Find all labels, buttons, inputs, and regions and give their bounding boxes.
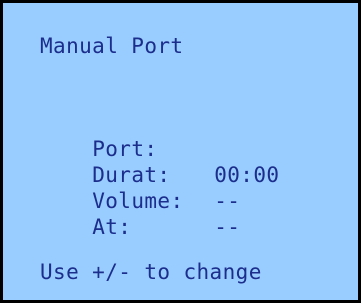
screen-title: Manual Port — [40, 34, 184, 58]
at-label: At: — [92, 215, 132, 239]
lcd-screen: Manual Port Port: Durat: 00:00 Volume: -- … — [0, 0, 361, 303]
at-value: -- — [214, 215, 241, 239]
hint-text: Use +/- to change — [40, 260, 262, 284]
at-row: At: -- — [40, 188, 240, 266]
